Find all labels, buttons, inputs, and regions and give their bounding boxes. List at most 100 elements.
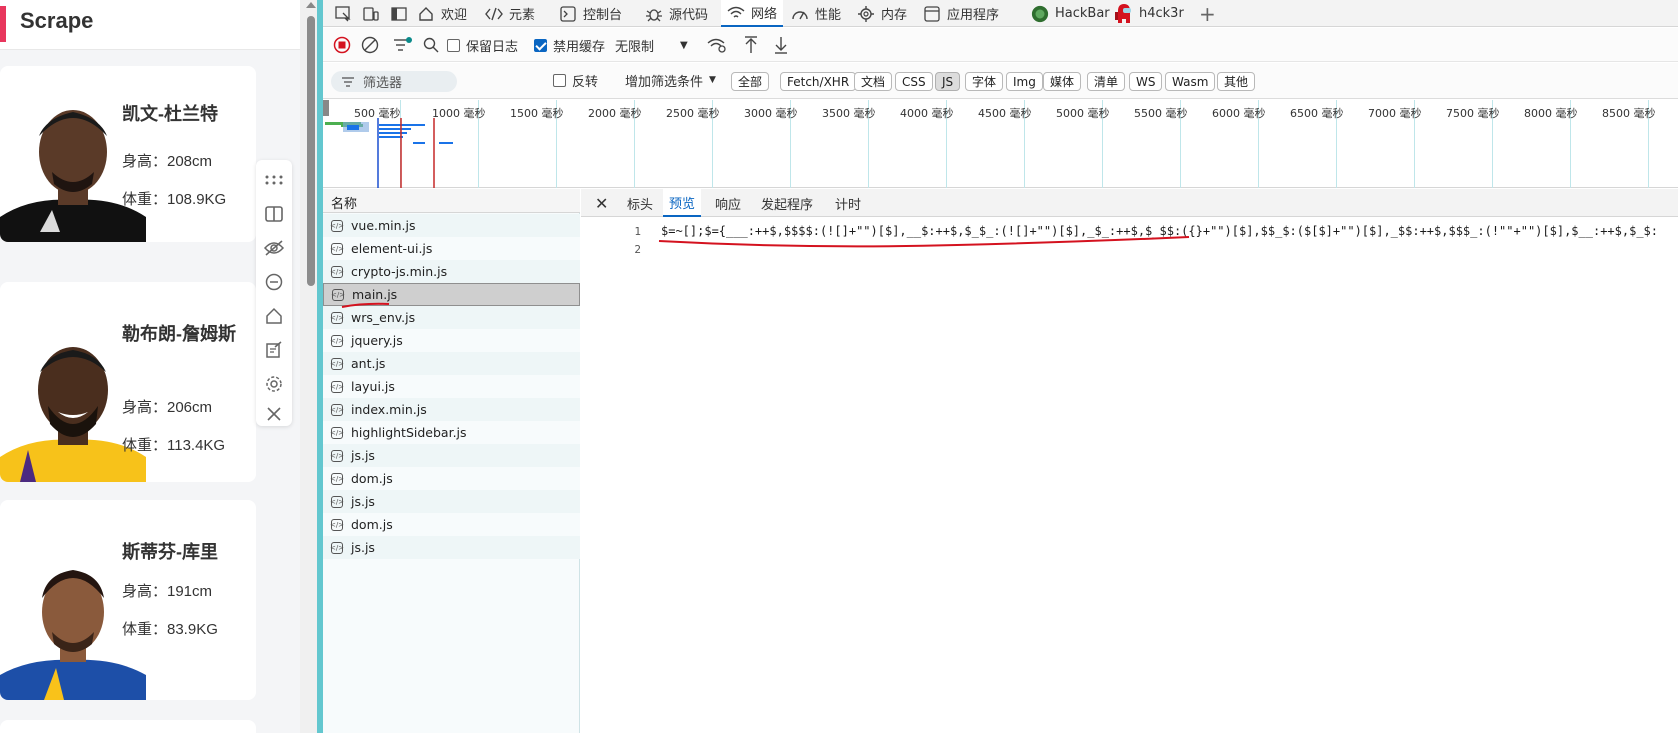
tab-performance[interactable]: 性能 <box>785 0 847 27</box>
close-detail-button[interactable]: ✕ <box>589 189 614 217</box>
detail-tab[interactable]: 计时 <box>829 189 867 217</box>
tab-label: 应用程序 <box>947 8 1000 23</box>
device-emulation-icon[interactable] <box>361 4 381 24</box>
request-row[interactable]: </> dom.js <box>323 513 580 536</box>
dock-side-icon[interactable] <box>389 4 409 24</box>
export-har-button[interactable] <box>773 35 789 55</box>
search-icon <box>423 37 439 53</box>
player-name[interactable]: 斯蒂芬-库里 <box>122 538 242 566</box>
minus-circle-icon[interactable] <box>264 272 284 292</box>
request-row[interactable]: </> element-ui.js <box>323 237 580 260</box>
script-file-icon: </> <box>329 334 345 347</box>
player-card[interactable]: 斯蒂芬-库里 身高：191cm 体重：83.9KG <box>0 500 256 700</box>
request-row[interactable]: </> js.js <box>323 444 580 467</box>
tab-application[interactable]: 应用程序 <box>917 0 1005 27</box>
detail-tab[interactable]: 预览 <box>663 189 702 217</box>
player-card[interactable]: 勒布朗-詹姆斯 身高：206cm 体重：113.4KG <box>0 282 256 482</box>
preserve-log-checkbox[interactable] <box>447 38 460 52</box>
request-row[interactable]: </> highlightSidebar.js <box>323 421 580 444</box>
settings-icon[interactable] <box>264 374 284 394</box>
filter-chip[interactable]: Img <box>1006 72 1043 91</box>
home-icon[interactable] <box>264 306 284 326</box>
request-row[interactable]: </> wrs_env.js <box>323 306 580 329</box>
eye-off-icon[interactable] <box>264 238 284 258</box>
tab-memory[interactable]: 内存 <box>851 0 913 27</box>
filter-chip[interactable]: 清单 <box>1087 72 1126 91</box>
request-row[interactable]: </> jquery.js <box>323 329 580 352</box>
tab-label: 元素 <box>509 8 536 23</box>
network-timeline-overview[interactable]: 500 毫秒 1000 毫秒 1500 毫秒 2000 毫秒 2500 毫秒 3000 毫… <box>323 100 1678 188</box>
script-file-icon: </> <box>329 403 345 416</box>
request-row[interactable]: </> ant.js <box>323 352 580 375</box>
player-card[interactable]: 凯文-杜兰特 身高：208cm 体重：108.9KG <box>0 66 256 242</box>
filter-chip[interactable]: 字体 <box>965 72 1004 91</box>
request-list-header[interactable]: 名称 <box>323 189 580 213</box>
player-card[interactable] <box>0 720 256 733</box>
filter-chip[interactable]: Fetch/XHR <box>780 72 857 91</box>
add-tab-button[interactable]: + <box>1199 0 1216 27</box>
request-row[interactable]: </> index.min.js <box>323 398 580 421</box>
filter-chip[interactable]: WS <box>1129 72 1163 91</box>
more-filters-dropdown[interactable]: 增加筛选条件 ▼ <box>625 70 716 90</box>
filter-input[interactable]: 筛选器 <box>331 71 457 92</box>
wifi-icon <box>727 4 745 22</box>
detail-tab[interactable]: 标头 <box>621 189 659 217</box>
preserve-log-toggle[interactable]: 保留日志 <box>447 35 518 55</box>
timeline-handle[interactable] <box>323 100 329 116</box>
timeline-tick-label: 5500 毫秒 <box>1134 107 1188 120</box>
tab-label: 欢迎 <box>441 8 468 23</box>
throttle-select[interactable]: 无限制 ▼ <box>615 35 688 55</box>
inspect-element-icon[interactable] <box>333 4 353 24</box>
tab-label: HackBar <box>1055 6 1110 21</box>
site-title[interactable]: Scrape <box>20 8 93 34</box>
tab-hackbar[interactable]: HackBar <box>1025 0 1116 27</box>
clear-button[interactable] <box>361 35 379 55</box>
filter-bar: 筛选器 反转 增加筛选条件 ▼ 全部 Fetch/XHR 文档 CSS JS 字体 Img 媒… <box>323 63 1678 99</box>
split-view-icon[interactable] <box>264 204 284 224</box>
request-row[interactable]: </> vue.min.js <box>323 214 580 237</box>
chevron-down-icon: ▼ <box>680 39 688 51</box>
filter-toggle-button[interactable] <box>393 35 413 55</box>
detail-tab[interactable]: 响应 <box>709 189 747 217</box>
filter-chip[interactable]: 媒体 <box>1043 72 1082 91</box>
filter-chip[interactable]: CSS <box>895 72 933 91</box>
timeline-tick-label: 7500 毫秒 <box>1446 107 1500 120</box>
filter-chip[interactable]: 全部 <box>731 72 770 91</box>
scrollbar-thumb[interactable] <box>307 16 315 286</box>
player-name[interactable]: 勒布朗-詹姆斯 <box>122 320 242 348</box>
filter-chip[interactable]: Wasm <box>1165 72 1216 91</box>
network-conditions-button[interactable] <box>707 35 727 55</box>
scroll-up-arrow-icon[interactable] <box>306 2 316 8</box>
close-icon[interactable] <box>264 404 284 424</box>
tab-elements[interactable]: 元素 <box>479 0 541 27</box>
disable-cache-checkbox[interactable] <box>534 38 547 52</box>
request-row[interactable]: </> dom.js <box>323 467 580 490</box>
filter-chip[interactable]: 文档 <box>854 72 893 91</box>
edit-icon[interactable] <box>264 340 284 360</box>
filter-chip[interactable]: 其他 <box>1217 72 1256 91</box>
detail-tab[interactable]: 发起程序 <box>755 189 819 217</box>
search-button[interactable] <box>423 35 439 55</box>
filter-chip[interactable]: JS <box>935 72 961 91</box>
invert-checkbox[interactable] <box>553 73 566 87</box>
script-file-icon: </> <box>329 311 345 324</box>
preserve-log-label: 保留日志 <box>466 39 519 55</box>
tab-sources[interactable]: 源代码 <box>639 0 714 27</box>
upload-icon <box>745 36 757 53</box>
tab-h4ck3r[interactable]: h4ck3r <box>1109 0 1190 27</box>
tab-network[interactable]: 网络 <box>721 0 784 27</box>
request-row[interactable]: </> crypto-js.min.js <box>323 260 580 283</box>
player-name[interactable]: 凯文-杜兰特 <box>122 100 242 128</box>
request-row[interactable]: </> layui.js <box>323 375 580 398</box>
request-row[interactable]: </> js.js <box>323 490 580 513</box>
invert-toggle[interactable]: 反转 <box>553 70 598 90</box>
disable-cache-toggle[interactable]: 禁用缓存 <box>534 35 605 55</box>
import-har-button[interactable] <box>743 35 759 55</box>
grip-icon[interactable] <box>264 170 284 190</box>
request-row[interactable]: </> js.js <box>323 536 580 559</box>
tab-label: 内存 <box>881 8 908 23</box>
tab-console[interactable]: 控制台 <box>553 0 628 27</box>
tab-label: 网络 <box>751 7 778 22</box>
record-stop-button[interactable] <box>333 35 351 55</box>
tab-welcome[interactable]: 欢迎 <box>411 0 473 27</box>
